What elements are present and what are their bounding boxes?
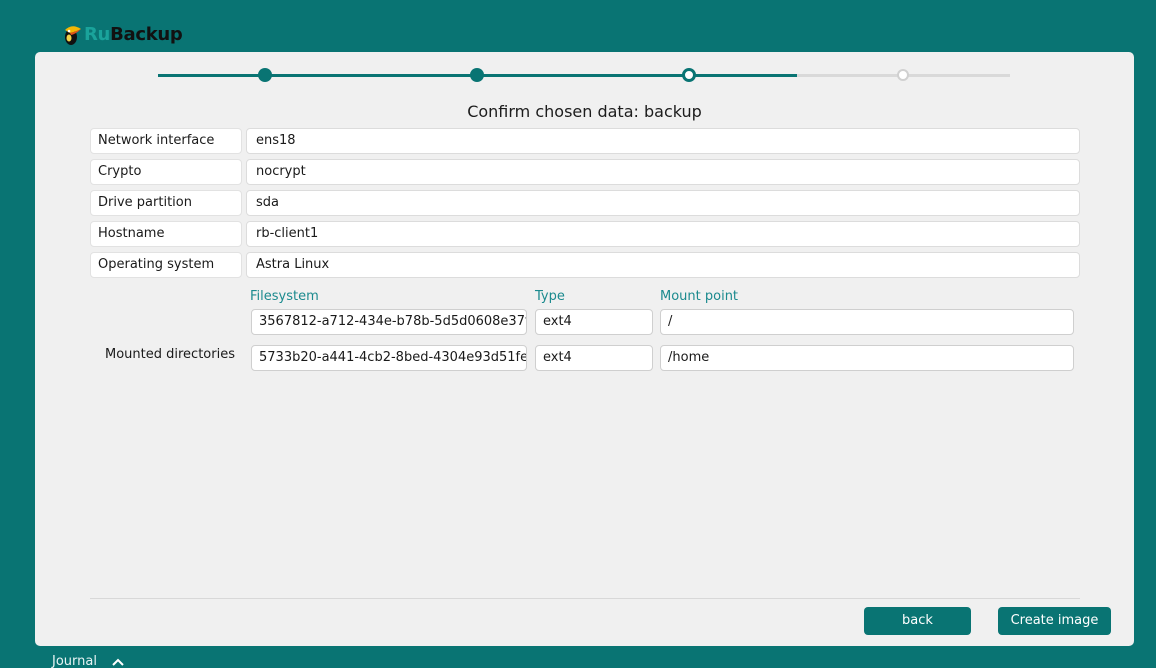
chevron-up-icon <box>112 658 124 666</box>
info-row-os: Operating system Astra Linux <box>90 252 1080 278</box>
info-value: rb-client1 <box>246 221 1080 247</box>
step-dot-1 <box>258 68 272 82</box>
filesystem-field: 3567812-a712-434e-b78b-5d5d0608e37f <box>251 309 527 335</box>
info-value: sda <box>246 190 1080 216</box>
back-button[interactable]: back <box>864 607 971 635</box>
info-label: Operating system <box>90 252 242 278</box>
step-line-1 <box>158 74 265 77</box>
filesystem-field: 5733b20-a441-4cb2-8bed-4304e93d51fe <box>251 345 527 371</box>
info-row-crypto: Crypto nocrypt <box>90 159 1080 185</box>
journal-toggle[interactable]: Journal <box>52 654 125 668</box>
step-dot-4 <box>897 69 909 81</box>
info-row-network: Network interface ens18 <box>90 128 1080 154</box>
mount-point-field: / <box>660 309 1074 335</box>
footer-divider <box>90 598 1080 599</box>
mounted-directories-label: Mounted directories <box>105 347 235 362</box>
type-field: ext4 <box>535 309 653 335</box>
info-row-drive: Drive partition sda <box>90 190 1080 216</box>
info-label: Drive partition <box>90 190 242 216</box>
toucan-logo-icon <box>62 24 82 46</box>
app-logo: Ru Backup <box>62 22 183 48</box>
page-title: Confirm chosen data: backup <box>467 102 702 121</box>
info-value: nocrypt <box>246 159 1080 185</box>
logo-text-ru: Ru <box>84 24 111 45</box>
info-label: Network interface <box>90 128 242 154</box>
main-panel: Confirm chosen data: backup Network inte… <box>35 52 1134 646</box>
step-line-2 <box>265 74 477 77</box>
step-dot-3-current <box>682 68 696 82</box>
info-label: Crypto <box>90 159 242 185</box>
step-dot-2 <box>470 68 484 82</box>
step-line-4 <box>689 74 797 77</box>
mount-point-field: /home <box>660 345 1074 371</box>
column-header-filesystem: Filesystem <box>250 289 319 304</box>
create-image-button[interactable]: Create image <box>998 607 1111 635</box>
info-value: Astra Linux <box>246 252 1080 278</box>
logo-text-backup: Backup <box>110 24 183 45</box>
type-field: ext4 <box>535 345 653 371</box>
info-row-hostname: Hostname rb-client1 <box>90 221 1080 247</box>
column-header-type: Type <box>535 289 565 304</box>
info-label: Hostname <box>90 221 242 247</box>
info-value: ens18 <box>246 128 1080 154</box>
step-line-3 <box>477 74 689 77</box>
column-header-mount: Mount point <box>660 289 739 304</box>
journal-label: Journal <box>52 654 97 668</box>
progress-stepper <box>35 52 1134 100</box>
